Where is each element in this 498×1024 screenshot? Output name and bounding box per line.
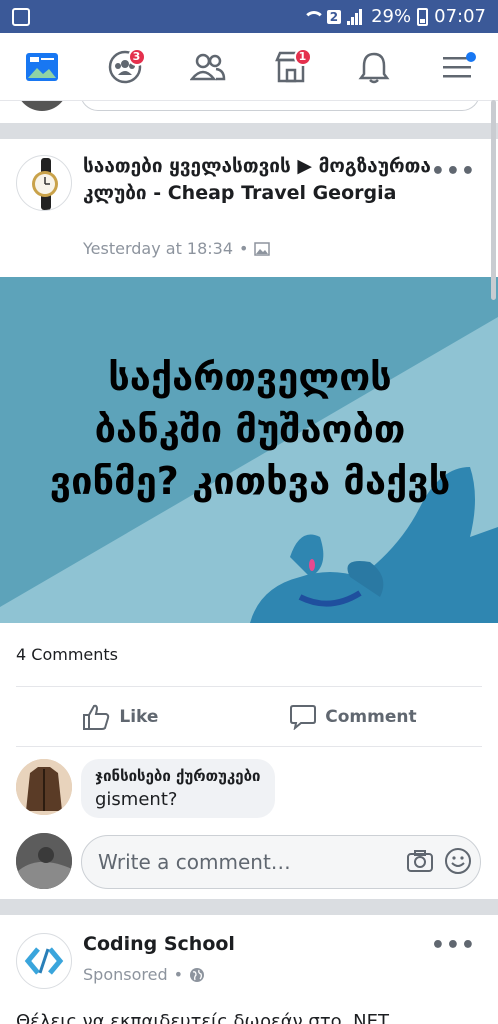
user-photo [16, 833, 72, 889]
clock: 07:07 [434, 6, 486, 27]
news-feed[interactable]: საათები ყველასთვის ▶ მოგზაურთა კლუბი - C… [0, 101, 498, 1024]
dot-separator: • [173, 965, 184, 984]
post-time[interactable]: Yesterday at 18:34 [83, 239, 233, 258]
divider [0, 123, 498, 139]
groups-badge: 3 [127, 47, 146, 66]
post-actions: Like Comment [16, 687, 482, 747]
divider [0, 899, 498, 915]
jacket-image [16, 759, 72, 815]
sponsored-more-options-icon[interactable]: ••• [431, 933, 476, 958]
dot-separator: • [239, 239, 249, 258]
image-privacy-icon [254, 241, 271, 256]
comment-icon [290, 704, 317, 730]
comment-button[interactable]: Comment [289, 704, 417, 730]
groups-tab[interactable]: 3 [100, 42, 150, 92]
status-bar: 2 29% 07:07 [0, 0, 498, 33]
battery-icon [417, 7, 429, 26]
bell-icon [358, 52, 389, 83]
comments-count[interactable]: 4 Comments [16, 623, 482, 687]
page-avatar[interactable] [16, 155, 72, 211]
coding-school-logo [24, 947, 64, 975]
globe-icon [190, 967, 205, 982]
marketplace-badge: 1 [293, 47, 312, 66]
avatar [16, 101, 68, 111]
comment-bubble[interactable]: ჯინსისები ქურთუკები gisment? [81, 759, 275, 818]
comment-author[interactable]: ჯინსისები ქურთუკები [95, 767, 261, 785]
wifi-icon [301, 9, 325, 25]
sponsored-post-meta: Sponsored • [83, 965, 205, 984]
user-avatar[interactable] [16, 833, 72, 889]
watch-image [32, 158, 58, 210]
camera-icon[interactable] [406, 849, 434, 873]
friends-icon [189, 53, 225, 80]
sim-badge: 2 [326, 9, 342, 24]
comment-item: ჯინსისები ქურთუკები gisment? [0, 747, 498, 827]
commenter-avatar[interactable] [16, 759, 72, 815]
post-header: საათები ყველასთვის ▶ მოგზაურთა კლუბი - C… [0, 139, 498, 277]
top-nav: 3 1 [0, 33, 498, 101]
scrollbar[interactable] [491, 100, 496, 300]
emoji-icon[interactable] [444, 847, 472, 875]
battery-percent: 29% [371, 6, 412, 27]
menu-notification-dot [465, 51, 476, 62]
post-meta: Yesterday at 18:34 • [83, 239, 271, 258]
post-image[interactable]: საქართველოს ბანკში მუშაობთ ვინმე? კითხვა… [0, 277, 498, 623]
like-button[interactable]: Like [81, 703, 158, 731]
news-feed-tab[interactable] [17, 42, 67, 92]
notification-icon [12, 7, 30, 26]
previous-comment-box[interactable] [80, 101, 480, 111]
friends-tab[interactable] [183, 42, 233, 92]
signal-icon [347, 8, 365, 25]
like-label: Like [119, 706, 159, 727]
news-feed-icon [25, 52, 58, 81]
sponsored-label: Sponsored [83, 965, 168, 984]
sponsored-post-snippet: Θέλεις να εκπαιδευτείς δωρεάν στο .NET [16, 1011, 389, 1024]
comment-text: gisment? [95, 789, 178, 810]
thumbs-up-icon [83, 704, 110, 730]
marketplace-tab[interactable]: 1 [266, 42, 316, 92]
menu-tab[interactable] [432, 42, 482, 92]
post-title[interactable]: საათები ყველასთვის ▶ მოგზაურთა კლუბი - C… [83, 153, 443, 207]
comment-label: Comment [325, 706, 417, 727]
image-caption: საქართველოს ბანკში მუშაობთ ვინმე? კითხვა… [49, 355, 451, 503]
previous-post-tail [0, 101, 498, 123]
comments-count-label[interactable]: 4 Comments [16, 645, 118, 664]
sponsored-post-header: Coding School Sponsored • ••• Θέλεις να … [0, 915, 498, 1024]
coding-school-avatar[interactable] [16, 933, 72, 989]
notifications-tab[interactable] [349, 42, 399, 92]
more-options-icon[interactable]: ••• [431, 159, 476, 184]
sponsored-post-title[interactable]: Coding School [83, 933, 235, 955]
write-comment-row: Write a comment… [0, 827, 498, 899]
